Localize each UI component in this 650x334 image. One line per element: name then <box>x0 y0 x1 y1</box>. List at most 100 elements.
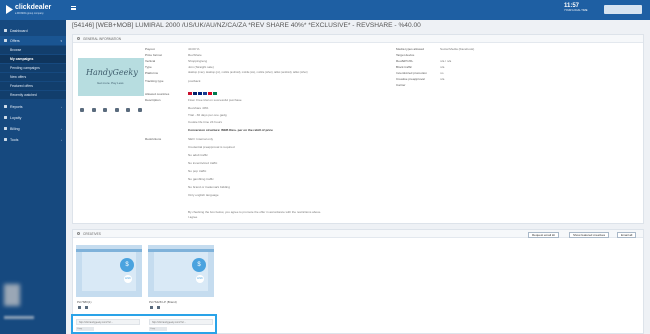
link-icon[interactable] <box>85 306 88 309</box>
country-flags <box>188 92 217 95</box>
field-label: Tracking type <box>145 79 164 83</box>
sidebar-item-offers[interactable]: Offers ▾ <box>0 36 66 45</box>
sidebar-item-loyalty[interactable]: Loyalty <box>0 113 66 122</box>
link-icon[interactable] <box>103 108 108 112</box>
top-bar: clickdealer a MONDIA group company 11:57… <box>0 0 650 20</box>
avatar <box>4 284 20 306</box>
page-title: [54146] [WEB+MOB] LUMIRAL 2000 /US/UK/AU… <box>72 22 421 29</box>
sidebar-subitem-pending[interactable]: Pending campaigns <box>0 64 66 72</box>
field-value: postback <box>188 79 201 83</box>
field-value: Social Media (Facebook) <box>440 47 475 51</box>
loyalty-icon <box>4 116 7 119</box>
field-value: n/a / n/a <box>440 59 452 63</box>
field-label: Allowed countries <box>145 92 170 96</box>
creative-badge: LINK <box>124 275 132 283</box>
flag-ca-icon <box>208 92 212 95</box>
sidebar-item-label: Tools <box>10 137 19 142</box>
field-value: Flow: Free trial on successful purchase <box>188 98 242 102</box>
field-label: Rev/EPC/FL <box>396 59 414 63</box>
show-featured-button[interactable]: Show featured creatives <box>569 232 610 238</box>
subitem-label: Featured offers <box>10 84 33 88</box>
sidebar-item-label: Offers <box>10 38 20 43</box>
sidebar-subitem-my-campaigns[interactable]: My campaigns <box>0 55 66 63</box>
sidebar-subitem-recent[interactable]: Recently watched <box>0 91 66 99</box>
bookmark-icon[interactable] <box>137 108 142 112</box>
creative-caption: Pic7680(1) <box>77 300 92 304</box>
flag-uk-icon <box>193 92 197 95</box>
flag-za-icon <box>213 92 217 95</box>
email-all-button[interactable]: Email all <box>617 232 637 238</box>
chart-icon[interactable] <box>114 108 119 112</box>
request-email-kit-button[interactable]: Request email kit <box>528 232 560 238</box>
clock-label: YOUR LOCAL TIME <box>564 9 588 12</box>
link-icon: $ <box>120 258 134 272</box>
image-icon <box>77 232 80 235</box>
sidebar-subitem-new-offers[interactable]: New offers <box>0 73 66 81</box>
field-label: Payout <box>145 47 155 51</box>
logo-icon <box>6 5 13 14</box>
chevron-down-icon: ▾ <box>60 38 62 43</box>
tools-icon <box>4 138 7 141</box>
sidebar-subitem-browse[interactable]: Browse <box>0 46 66 54</box>
button-label: Show featured creatives <box>573 233 606 237</box>
sidebar-subitem-featured[interactable]: Featured offers <box>0 82 66 90</box>
email-icon[interactable] <box>150 306 153 309</box>
field-value: Join (Straight sale) <box>188 65 214 69</box>
thumbnail-bar <box>76 249 142 252</box>
field-value: Shopping/eng <box>188 59 208 63</box>
menu-toggle-icon[interactable] <box>71 6 76 10</box>
sidebar-item-tools[interactable]: Tools › <box>0 135 66 144</box>
sidebar-item-reports[interactable]: Reports › <box>0 102 66 111</box>
thumbnail-bar <box>148 249 214 252</box>
clickdealer-logo[interactable]: clickdealer a MONDIA group company <box>6 3 58 17</box>
creative-thumbnail[interactable]: $ LINK <box>148 245 214 297</box>
button-label: Email all <box>621 233 633 237</box>
description-line: Cookie life time 24 hours <box>188 120 223 124</box>
creative-actions <box>78 306 88 309</box>
agreement-text: By checking the box below, you agree to … <box>188 210 322 214</box>
tracking-link-field[interactable]: http://clk.handygeeky.com/?a=... <box>149 319 213 325</box>
field-value: n/a <box>440 77 445 81</box>
field-label: Description <box>145 98 161 102</box>
chevron-right-icon: › <box>61 104 62 109</box>
copy-link-button[interactable]: Copy <box>149 327 167 331</box>
cart-icon[interactable] <box>126 108 131 112</box>
tracking-link-field[interactable]: http://clk.handygeeky.com/?a=... <box>76 319 140 325</box>
field-value: SEO: Internal only <box>188 137 214 141</box>
sidebar-item-label: Dashboard <box>10 28 28 33</box>
info-icon <box>77 37 80 40</box>
logo-text: clickdealer <box>15 4 52 11</box>
flag-us-icon <box>188 92 192 95</box>
field-label: Block traffic <box>396 65 412 69</box>
restriction-line: No adult traffic <box>188 153 208 157</box>
field-label: Incentivized promotion <box>396 71 427 75</box>
field-label: Price format <box>145 53 162 57</box>
field-label: Platforms <box>145 71 159 75</box>
sidebar-item-dashboard[interactable]: Dashboard <box>0 26 66 35</box>
creative-badge: LINK <box>196 275 204 283</box>
agreement-checkbox[interactable]: I agree <box>188 215 197 219</box>
field-label: Target device <box>396 53 415 57</box>
offers-icon <box>4 39 7 42</box>
subitem-label: My campaigns <box>10 57 34 61</box>
field-value: RevShare <box>188 53 202 57</box>
flag-nz-icon <box>203 92 207 95</box>
preview-icon[interactable] <box>80 108 84 112</box>
email-icon[interactable] <box>91 108 96 112</box>
dashboard-icon <box>4 29 7 32</box>
link-icon[interactable] <box>157 306 160 309</box>
copy-link-button[interactable]: Copy <box>76 327 94 331</box>
local-clock: 11:57 YOUR LOCAL TIME <box>564 3 588 13</box>
sidebar-item-billing[interactable]: Billing › <box>0 124 66 133</box>
general-information-panel: GENERAL INFORMATION <box>72 34 644 224</box>
chevron-right-icon: › <box>61 137 62 142</box>
chevron-right-icon: › <box>61 126 62 131</box>
account-menu[interactable] <box>604 5 642 14</box>
sidebar-item-label: Reports <box>10 104 23 109</box>
offer-image: HandyGeeky Get more. Pay Less <box>78 58 144 96</box>
email-icon[interactable] <box>78 306 81 309</box>
link-icon: $ <box>192 258 206 272</box>
creative-thumbnail[interactable]: $ LINK <box>76 245 142 297</box>
brand-tagline: Get more. Pay Less <box>97 81 124 85</box>
field-label: Restrictions <box>145 137 162 141</box>
